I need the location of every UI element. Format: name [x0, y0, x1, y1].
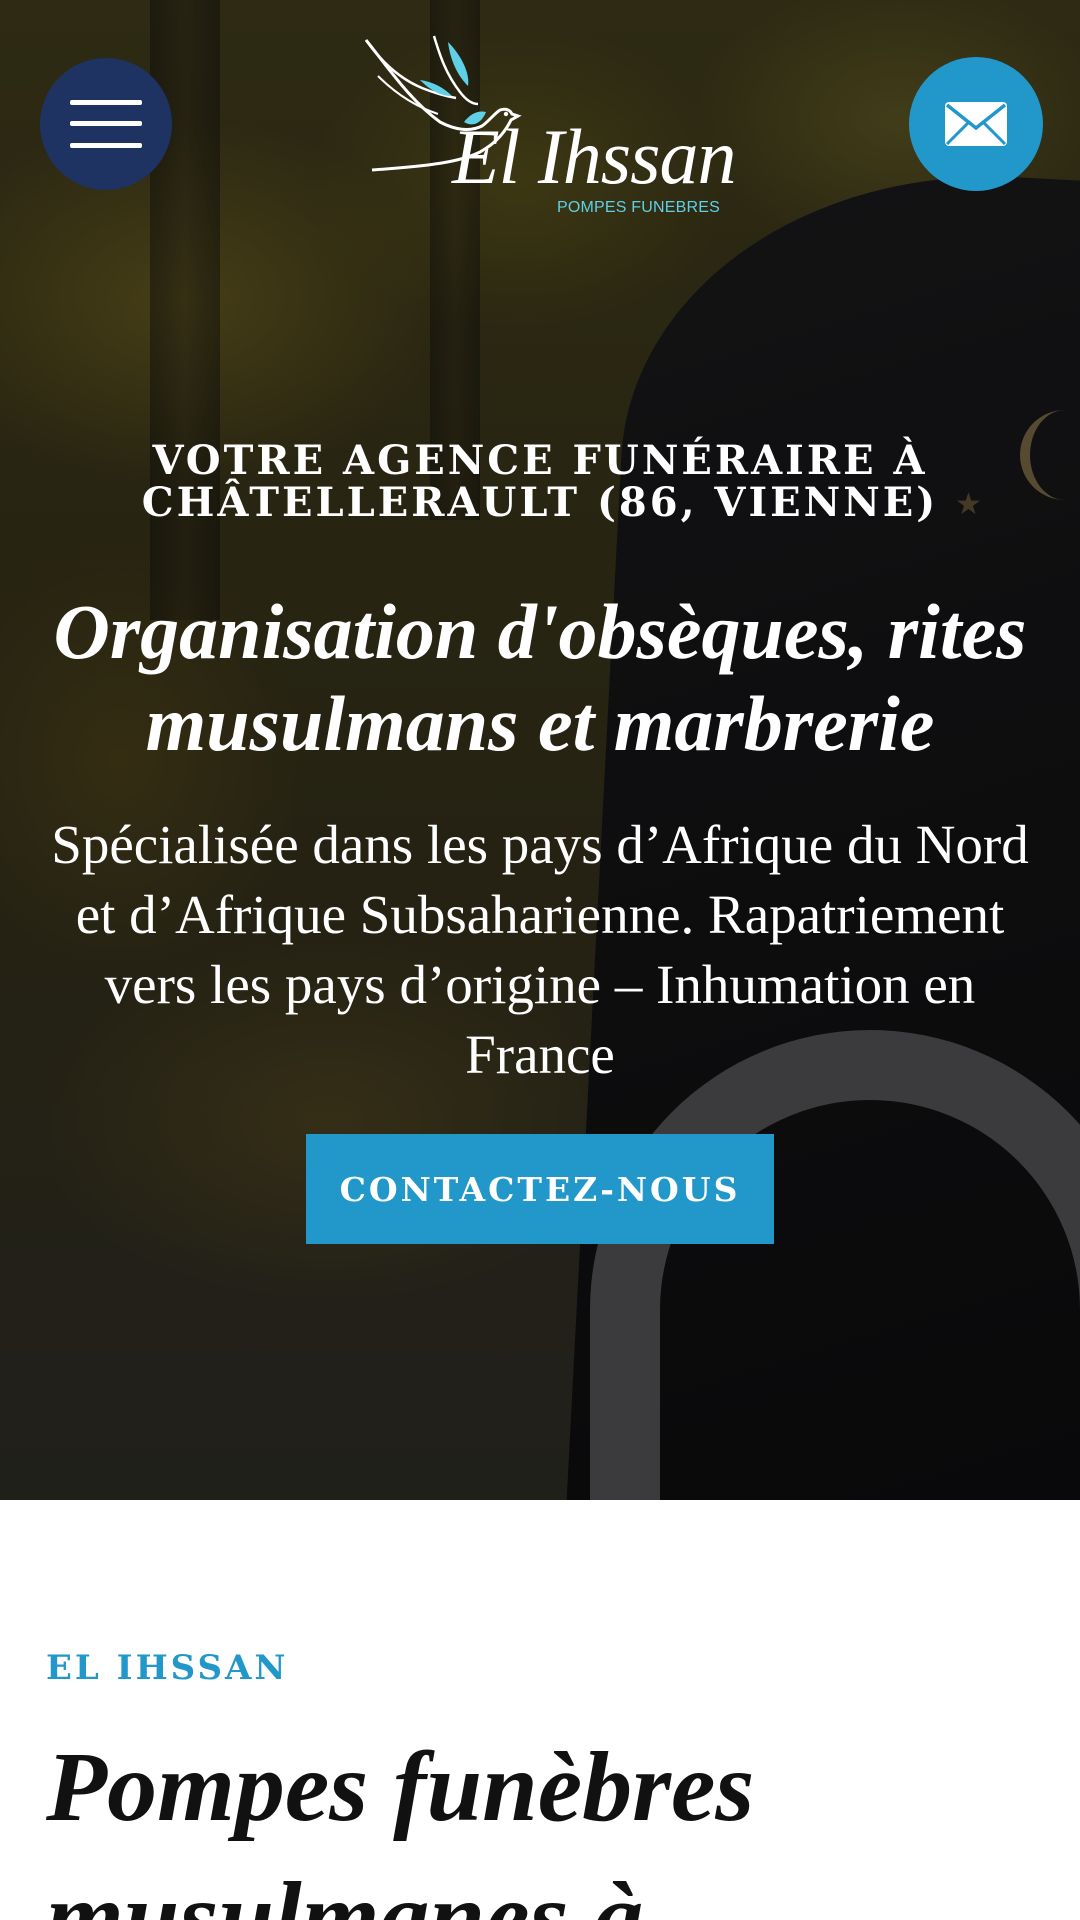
- section-eyebrow: EL IHSSAN: [46, 1648, 289, 1688]
- hamburger-menu-icon: [70, 100, 142, 148]
- section-title: Pompes funèbres musulmanes à: [46, 1731, 755, 1920]
- hero-description: Spécialisée dans les pays d’Afrique du N…: [51, 814, 1029, 1085]
- menu-button[interactable]: [40, 58, 172, 190]
- envelope-icon: [945, 102, 1007, 146]
- logo-name: El Ihssan: [452, 113, 736, 200]
- hero-section: ★ VOTRE AGENCE FUNÉRAIRE À CHÂTELLERAULT…: [0, 0, 1080, 1500]
- site-logo[interactable]: El Ihssan POMPES FUNEBRES: [360, 30, 736, 220]
- logo-subtitle: POMPES FUNEBRES: [557, 199, 721, 216]
- intro-section: EL IHSSAN Pompes funèbres musulmanes à: [0, 1500, 1080, 1920]
- contact-us-button[interactable]: CONTACTEZ-NOUS: [306, 1134, 774, 1244]
- contact-mail-button[interactable]: [909, 57, 1043, 191]
- hero-headline: Organisation d'obsèques, rites musulmans…: [53, 588, 1027, 767]
- contact-us-button-label: CONTACTEZ-NOUS: [339, 1169, 741, 1209]
- hero-eyebrow: VOTRE AGENCE FUNÉRAIRE À CHÂTELLERAULT (…: [141, 437, 939, 526]
- hero-content: VOTRE AGENCE FUNÉRAIRE À CHÂTELLERAULT (…: [40, 440, 1040, 1090]
